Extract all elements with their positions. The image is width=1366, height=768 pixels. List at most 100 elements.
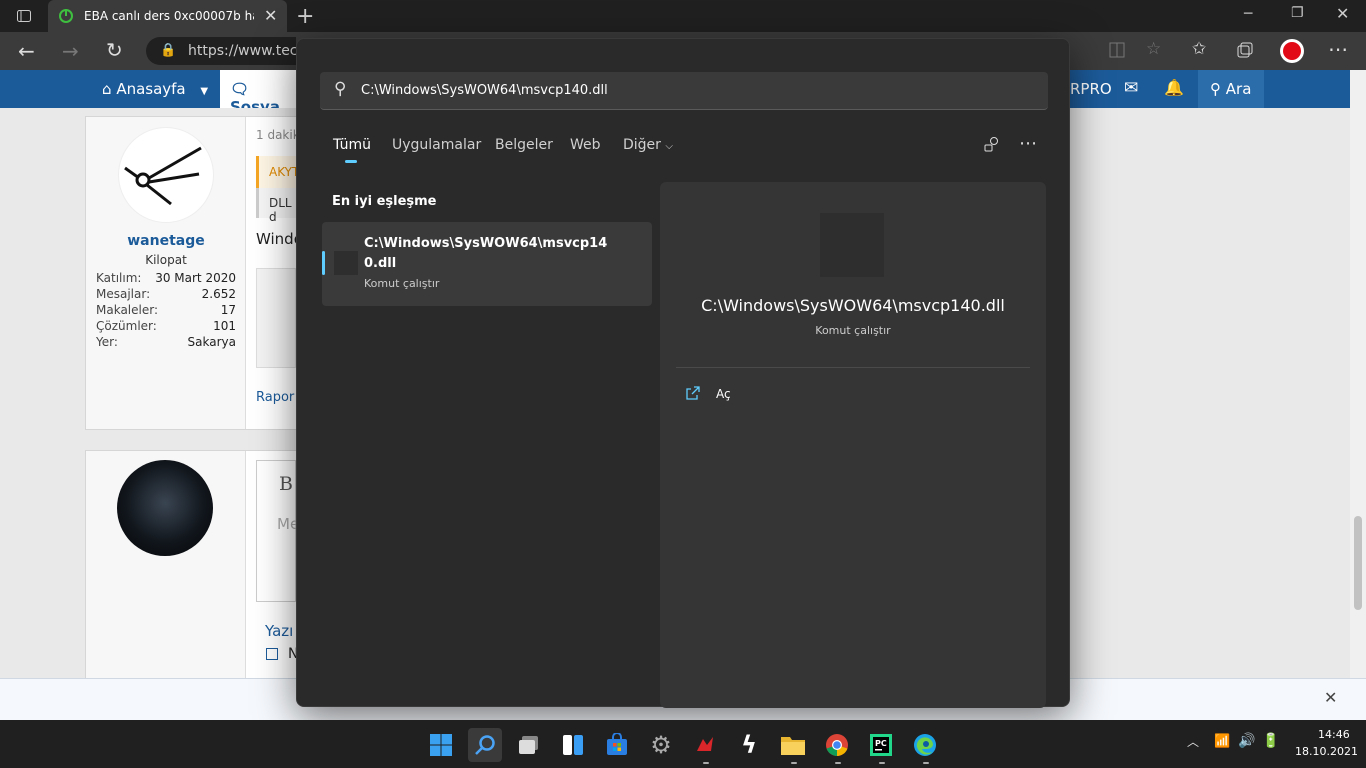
running-indicator — [703, 762, 709, 764]
power-icon — [58, 8, 74, 27]
result-subtitle: Komut çalıştır — [364, 277, 440, 290]
stat-row: Makaleler: 17 — [96, 303, 236, 317]
tab-more[interactable]: Diğer ⌵ — [623, 137, 673, 153]
selection-indicator — [322, 251, 325, 275]
tab-apps[interactable]: Uygulamalar — [392, 137, 481, 153]
more-options-icon[interactable]: ⋯ — [1019, 133, 1037, 154]
file-icon — [334, 251, 358, 275]
collections-icon[interactable] — [1236, 41, 1254, 63]
running-indicator — [923, 762, 929, 764]
avatar[interactable] — [118, 127, 214, 223]
result-title-line2: 0.dll — [364, 256, 397, 271]
close-tab-icon[interactable]: ✕ — [264, 6, 277, 25]
tab-title: EBA canlı ders 0xc00007b hatası — [84, 9, 254, 23]
nav-search-label: Ara — [1225, 80, 1252, 98]
close-window-icon[interactable]: ✕ — [1336, 4, 1349, 23]
nav-social[interactable]: 🗨 Sosya — [220, 70, 296, 116]
stat-row: Çözümler: 101 — [96, 319, 236, 333]
file-preview-icon — [820, 213, 884, 277]
account-icon[interactable] — [983, 135, 1001, 157]
chevron-down-icon: ▼ — [200, 86, 209, 97]
preview-pane: C:\Windows\SysWOW64\msvcp140.dll Komut ç… — [660, 182, 1046, 708]
url-field[interactable]: 🔒 https://www.tech — [146, 37, 306, 65]
open-external-icon — [686, 386, 700, 404]
minimize-icon[interactable]: ─ — [1244, 6, 1252, 22]
app-red-icon[interactable] — [688, 728, 722, 762]
battery-icon[interactable]: 🔋 — [1262, 733, 1279, 749]
open-action[interactable]: Aç — [676, 384, 876, 408]
watch-checkbox[interactable] — [266, 648, 278, 660]
reply-editor[interactable]: B Me — [256, 460, 299, 602]
running-indicator — [879, 762, 885, 764]
add-favorite-icon[interactable]: ☆ — [1146, 39, 1161, 59]
nav-pro[interactable]: RPRO — [1070, 80, 1112, 98]
running-indicator — [835, 762, 841, 764]
browser-tab[interactable]: EBA canlı ders 0xc00007b hatası ✕ — [48, 0, 287, 32]
start-icon[interactable] — [424, 728, 458, 762]
store-icon[interactable] — [600, 728, 634, 762]
forward-icon[interactable]: → — [62, 39, 79, 63]
write-label: Yazı — [265, 622, 294, 640]
user-sidebar: wanetage Kilopat Katılım: 30 Mart 2020 Me… — [86, 117, 246, 429]
file-explorer-icon[interactable] — [776, 728, 810, 762]
stat-row: Yer: Sakarya — [96, 335, 236, 349]
avatar[interactable] — [117, 460, 213, 556]
scrollbar-thumb[interactable] — [1354, 516, 1362, 610]
volume-icon[interactable]: 🔊 — [1238, 733, 1255, 749]
clock-date[interactable]: 18.10.2021 — [1295, 745, 1358, 758]
settings-icon[interactable]: ⚙ — [644, 728, 678, 762]
report-link[interactable]: Rapor — [256, 390, 294, 405]
search-query: C:\Windows\SysWOW64\msvcp140.dll — [361, 83, 608, 98]
svg-text:PC: PC — [875, 739, 887, 748]
bold-icon[interactable]: B — [279, 473, 293, 495]
best-match-result[interactable]: C:\Windows\SysWOW64\msvcp14 0.dll Komut … — [322, 222, 652, 306]
favorites-icon[interactable]: ✩ — [1192, 39, 1206, 59]
app-bolt-icon[interactable]: ϟ — [732, 728, 766, 762]
nav-search[interactable]: ⚲ Ara — [1198, 70, 1264, 108]
mail-icon[interactable]: ✉ — [1124, 78, 1138, 98]
new-tab-icon[interactable]: + — [296, 4, 314, 29]
chat-icon: 🗨 — [230, 80, 250, 98]
tab-web[interactable]: Web — [570, 137, 601, 153]
chevron-up-icon[interactable]: ︿ — [1187, 733, 1199, 750]
quote-box: DLL d — [256, 188, 296, 224]
close-notice-icon[interactable]: ✕ — [1324, 688, 1337, 707]
chrome-icon[interactable] — [820, 728, 854, 762]
task-view-icon[interactable] — [512, 728, 546, 762]
lock-icon: 🔒 — [160, 43, 177, 58]
back-icon[interactable]: ← — [18, 39, 35, 63]
open-label: Aç — [716, 387, 731, 401]
tab-actions-icon[interactable] — [16, 8, 32, 24]
taskbar: ︿ 📶 🔊 🔋 14:46 18.10.2021 — [0, 720, 1366, 768]
chevron-down-icon: ⌵ — [665, 141, 673, 152]
username[interactable]: wanetage — [86, 233, 246, 249]
taskbar-search-icon[interactable] — [468, 728, 502, 762]
restore-icon[interactable]: ❐ — [1291, 5, 1304, 21]
profile-avatar[interactable] — [1280, 39, 1304, 63]
clock-time[interactable]: 14:46 — [1318, 728, 1350, 741]
nav-home[interactable]: ⌂ Anasayfa ▼ — [102, 80, 208, 98]
divider — [676, 367, 1030, 368]
split-screen-icon[interactable] — [1108, 41, 1126, 63]
more-icon[interactable]: ⋯ — [1328, 37, 1348, 61]
page-scrollbar[interactable] — [1350, 70, 1366, 720]
widgets-icon[interactable] — [556, 728, 590, 762]
search-panel: ⚲ C:\Windows\SysWOW64\msvcp140.dll Tümü … — [296, 38, 1070, 708]
pycharm-icon[interactable]: PC — [864, 728, 898, 762]
bell-icon[interactable]: 🔔 — [1164, 78, 1184, 97]
preview-title: C:\Windows\SysWOW64\msvcp140.dll — [701, 296, 1005, 315]
wifi-icon[interactable]: 📶 — [1214, 734, 1230, 749]
tab-documents[interactable]: Belgeler — [495, 137, 553, 153]
stat-row: Katılım: 30 Mart 2020 — [96, 271, 236, 285]
search-icon: ⚲ — [1210, 80, 1221, 98]
post-screenshot[interactable] — [256, 268, 296, 368]
tab-all[interactable]: Tümü — [333, 137, 371, 153]
search-icon: ⚲ — [334, 79, 347, 99]
search-box[interactable]: ⚲ C:\Windows\SysWOW64\msvcp140.dll — [320, 72, 1048, 110]
running-indicator — [791, 762, 797, 764]
edge-icon[interactable] — [908, 728, 942, 762]
stat-row: Mesajlar: 2.652 — [96, 287, 236, 301]
warning-box: AKYT — [256, 156, 299, 188]
browser-tab-bar: EBA canlı ders 0xc00007b hatası ✕ + ─ ❐ … — [0, 0, 1366, 32]
refresh-icon[interactable]: ↻ — [106, 38, 123, 62]
